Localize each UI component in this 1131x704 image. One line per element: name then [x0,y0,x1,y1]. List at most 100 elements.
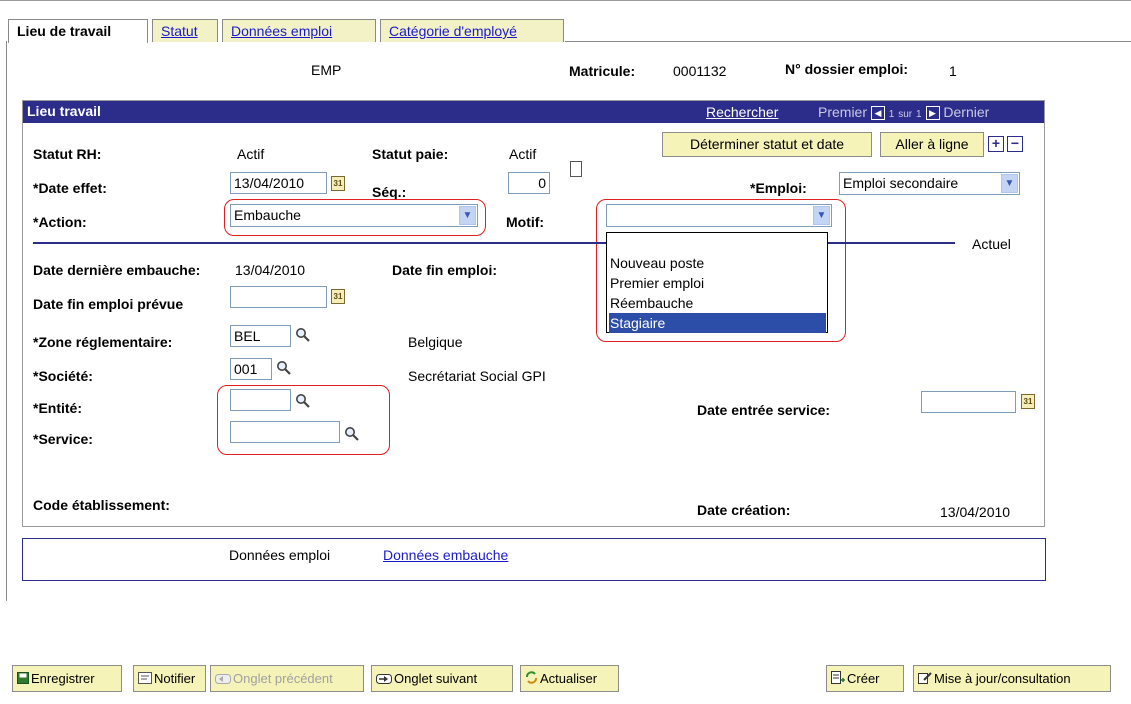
refresh-label: Actualiser [540,671,598,686]
statut-paie-label: Statut paie: [372,146,449,162]
previous-icon[interactable]: ◀ [870,106,885,121]
pagination: Premier ◀ 1 sur 1 ▶ Dernier [818,104,989,121]
chevron-down-icon[interactable]: ▼ [1001,174,1018,193]
statut-rh-label: Statut RH: [33,146,102,162]
magnifier-icon[interactable] [276,360,292,376]
top-border [0,0,1131,1]
emploi-select-value: Emploi secondaire [843,175,959,191]
page-total: 1 [916,109,922,120]
service-input[interactable] [230,421,340,443]
date-fin-prevue-label: Date fin emploi prévue [33,296,184,312]
section-title: Lieu travail [27,103,101,119]
save-button[interactable]: Enregistrer [12,665,122,692]
update-display-label: Mise à jour/consultation [934,671,1071,686]
date-entree-service-input[interactable] [921,391,1016,413]
statut-paie-value: Actif [509,146,537,162]
lieu-travail-section [22,100,1045,527]
magnifier-icon[interactable] [295,393,311,409]
date-creation-value: 13/04/2010 [940,504,1011,520]
zone-description: Belgique [408,334,463,350]
entite-label: *Entité: [33,400,82,416]
date-effet-input[interactable]: 13/04/2010 [230,172,327,194]
tab-statut[interactable]: Statut [152,19,218,42]
societe-description: Secrétariat Social GPI [408,368,546,384]
create-icon [831,667,845,692]
company-code: EMP [311,62,342,78]
calendar-icon[interactable]: 31 [1021,394,1035,409]
service-label: *Service: [33,431,93,447]
code-etablissement-label: Code établissement: [33,497,170,513]
next-tab-label: Onglet suivant [394,671,478,686]
previous-tab-label: Onglet précédent [233,671,333,686]
magnifier-icon[interactable] [295,327,311,343]
action-label: *Action: [33,214,87,230]
action-select[interactable]: Embauche ▼ [230,204,478,227]
entite-input[interactable] [230,389,291,411]
related-pages-box [22,538,1046,581]
calendar-icon[interactable]: 31 [331,289,345,304]
emploi-select[interactable]: Emploi secondaire ▼ [839,172,1020,195]
tab-baseline [565,41,1131,42]
go-to-line-button[interactable]: Aller à ligne [880,132,984,157]
calendar-icon[interactable]: 31 [331,176,345,191]
date-derniere-embauche-label: Date dernière embauche: [33,262,201,278]
arrow-left-icon [215,667,231,692]
magnifier-icon[interactable] [344,426,360,442]
notepad-icon[interactable] [570,161,582,177]
edit-icon [918,667,932,692]
motif-select[interactable]: ▼ [606,204,832,227]
tab-lieu-de-travail[interactable]: Lieu de travail [8,19,148,43]
matricule-label: Matricule: [569,63,636,79]
societe-input[interactable]: 001 [230,358,272,380]
notify-label: Notifier [154,671,196,686]
zone-reglementaire-input[interactable]: BEL [230,325,291,347]
add-row-button[interactable]: + [988,136,1004,152]
previous-tab-button[interactable]: Onglet précédent [210,665,364,692]
chevron-down-icon[interactable]: ▼ [813,206,830,225]
motif-option-blank[interactable] [609,234,826,254]
page-sur: sur [898,109,913,120]
current-page-label: Données emploi [229,547,331,563]
create-button[interactable]: Créer [826,665,904,692]
matricule-value: 0001132 [673,63,727,79]
save-icon [17,667,29,692]
tab-donnees-emploi[interactable]: Données emploi [222,19,376,42]
date-fin-prevue-input[interactable] [230,286,327,308]
section-header: Lieu travail Rechercher Premier ◀ 1 sur … [23,101,1044,123]
date-effet-label: *Date effet: [33,180,107,196]
date-entree-service-label: Date entrée service: [697,402,831,418]
notify-icon [138,667,152,692]
determine-status-date-button[interactable]: Déterminer statut et date [662,132,872,157]
remove-row-button[interactable]: − [1007,136,1023,152]
sequence-label: Séq.: [372,184,407,200]
chevron-down-icon[interactable]: ▼ [459,206,476,225]
update-display-button[interactable]: Mise à jour/consultation [913,665,1111,692]
motif-label: Motif: [506,214,545,230]
sequence-input[interactable]: 0 [508,172,550,194]
arrow-right-icon [376,667,392,692]
page-current: 1 [888,109,895,120]
date-derniere-embauche-value: 13/04/2010 [235,262,306,278]
notify-button[interactable]: Notifier [133,665,206,692]
search-link[interactable]: Rechercher [706,104,778,120]
donnees-embauche-link[interactable]: Données embauche [383,547,508,563]
refresh-button[interactable]: Actualiser [520,665,619,692]
first-label[interactable]: Premier [818,104,867,120]
refresh-icon [525,667,538,692]
save-label: Enregistrer [31,671,95,686]
action-select-value: Embauche [234,207,301,223]
next-tab-button[interactable]: Onglet suivant [371,665,513,692]
motif-option-reembauche[interactable]: Réembauche [609,293,826,313]
date-fin-emploi-label: Date fin emploi: [392,262,498,278]
zone-reglementaire-label: *Zone réglementaire: [33,334,173,350]
societe-label: *Société: [33,368,93,384]
motif-option-premier-emploi[interactable]: Premier emploi [609,273,826,293]
dossier-emploi-label: N° dossier emploi: [785,61,909,77]
motif-option-nouveau-poste[interactable]: Nouveau poste [609,253,826,273]
motif-option-stagiaire[interactable]: Stagiaire [609,313,826,333]
date-creation-label: Date création: [697,502,791,518]
last-label[interactable]: Dernier [943,104,989,120]
tab-categorie-employe[interactable]: Catégorie d'employé [380,19,564,42]
actuel-label: Actuel [972,236,1011,252]
next-icon[interactable]: ▶ [925,106,940,121]
